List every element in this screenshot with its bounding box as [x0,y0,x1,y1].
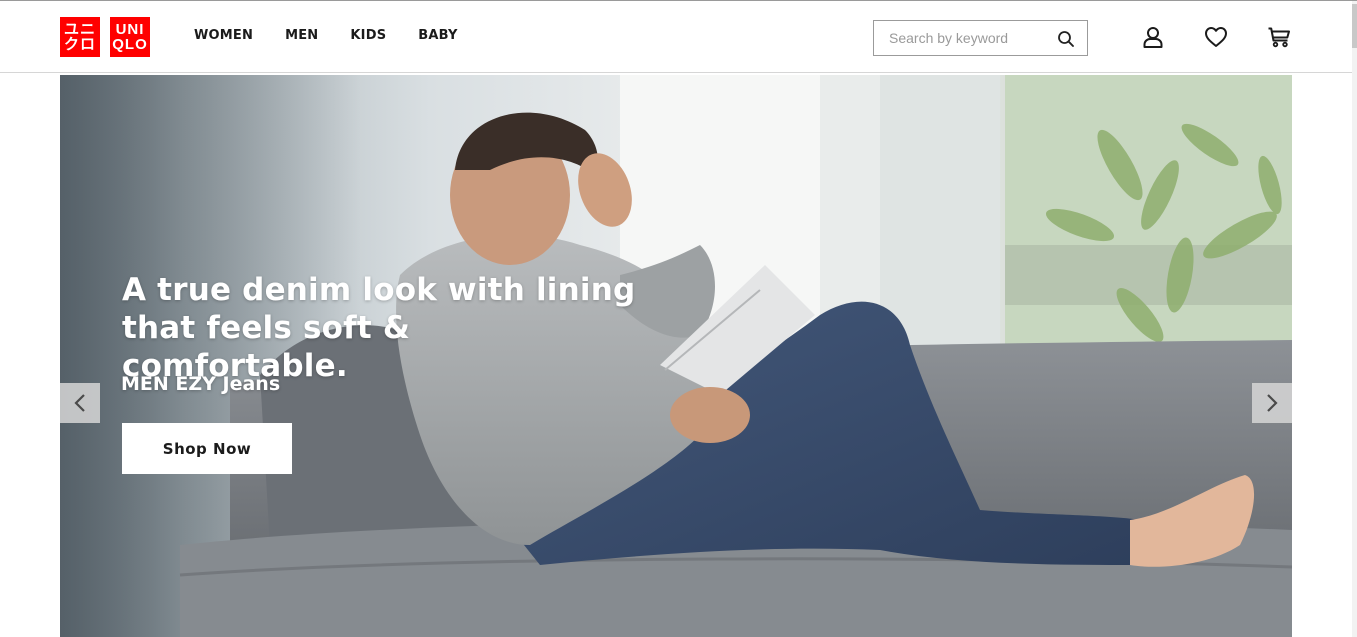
cart-icon[interactable] [1267,25,1291,49]
main-nav: WOMEN MEN KIDS BABY [194,28,490,43]
nav-item-women[interactable]: WOMEN [194,28,253,43]
search-box [873,20,1088,56]
shop-now-button[interactable]: Shop Now [122,423,292,474]
logo-katakana-tile: ユニ クロ [60,17,100,57]
page-scrollbar[interactable] [1352,1,1357,637]
logo-latin-line2: QLO [112,36,148,53]
page-scrollbar-thumb[interactable] [1352,4,1357,48]
chevron-left-icon [74,394,85,412]
logo-katakana-line1: ユニ [63,21,96,38]
hero-headline: A true denim look with lining that feels… [122,272,636,384]
logo-katakana-line2: クロ [63,36,96,53]
nav-item-men[interactable]: MEN [285,28,318,43]
account-icon[interactable] [1141,25,1165,49]
uniqlo-logo[interactable]: ユニ クロ UNI QLO [60,17,150,57]
nav-item-kids[interactable]: KIDS [350,28,386,43]
carousel-next-button[interactable] [1252,383,1292,423]
nav-item-baby[interactable]: BABY [418,28,457,43]
search-icon[interactable] [1057,30,1075,48]
site-header: ユニ クロ UNI QLO WOMEN MEN KIDS BABY [0,1,1352,73]
wishlist-heart-icon[interactable] [1204,25,1228,49]
carousel-prev-button[interactable] [60,383,100,423]
logo-latin-line1: UNI [115,21,145,38]
chevron-right-icon [1267,394,1278,412]
hero-product-name: MEN EZY Jeans [121,373,281,395]
search-input[interactable] [874,21,1054,55]
logo-latin-tile: UNI QLO [110,17,150,57]
hero-banner: A true denim look with lining that feels… [60,75,1292,637]
